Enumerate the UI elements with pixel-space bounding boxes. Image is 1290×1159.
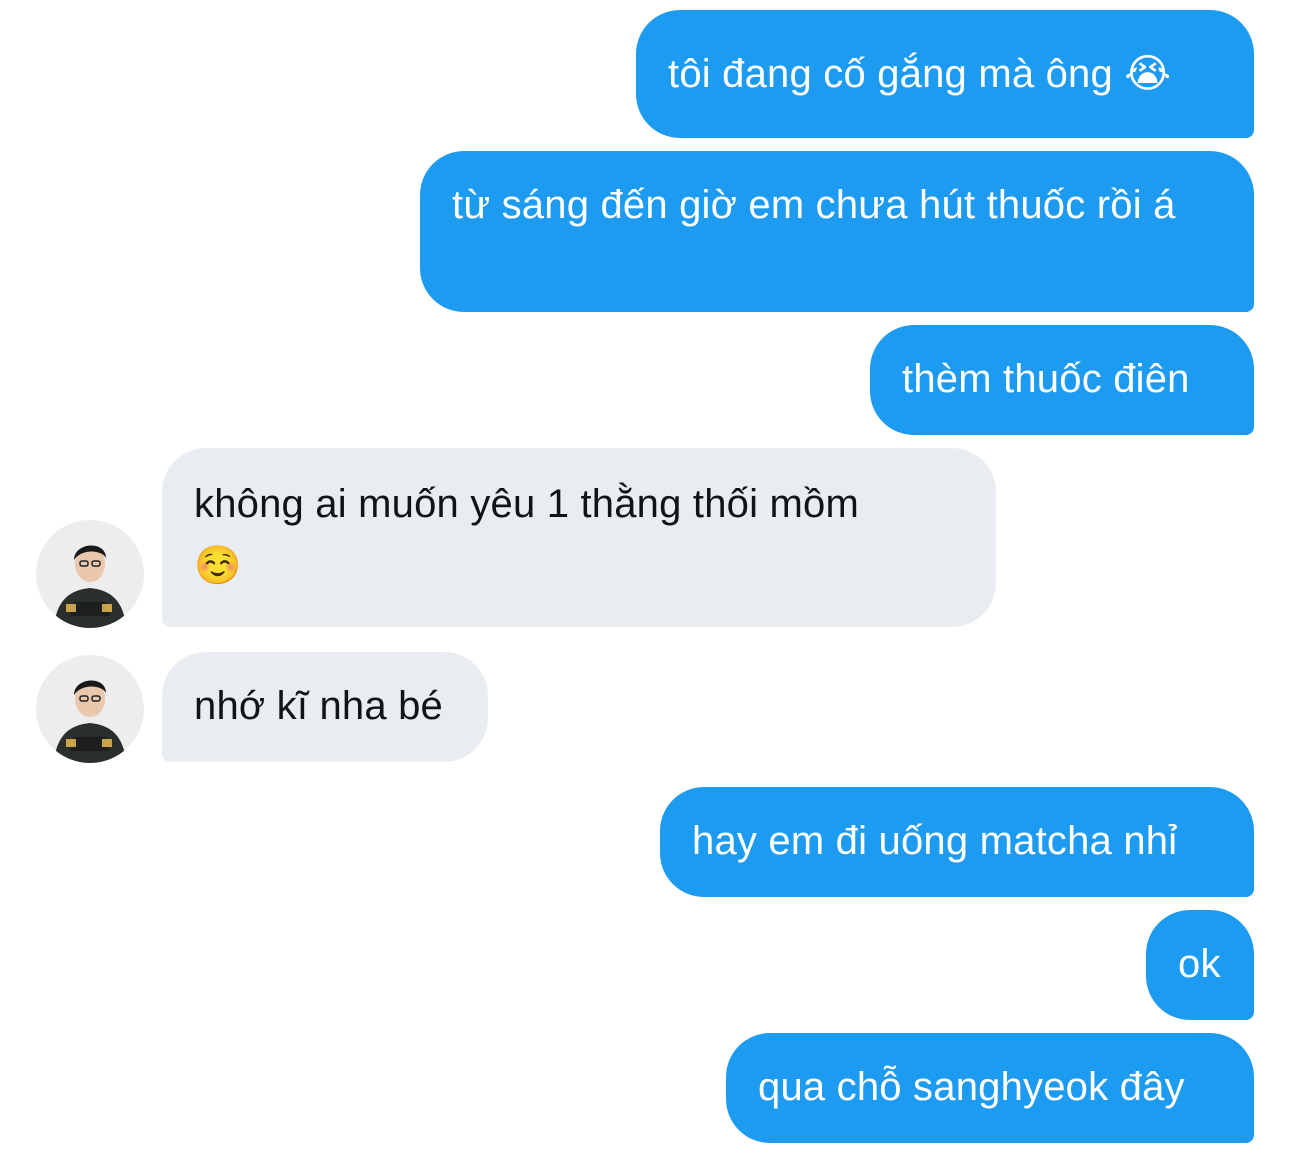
message-text: nhớ kĩ nha bé [194,684,444,728]
message-text: thèm thuốc điên [902,357,1190,401]
sent-message-bubble[interactable]: thèm thuốc điên [870,325,1254,435]
received-message-bubble[interactable]: nhớ kĩ nha bé [162,652,488,762]
message-text: ok [1178,942,1221,986]
message-text: qua chỗ sanghyeok đây [758,1065,1185,1109]
message-text: từ sáng đến giờ em chưa hút thuốc rồi á [452,183,1176,227]
sent-message-bubble[interactable]: từ sáng đến giờ em chưa hút thuốc rồi á [420,151,1254,312]
sent-message-bubble[interactable]: tôi đang cố gắng mà ông 😭 [636,10,1254,138]
sent-message-bubble[interactable]: hay em đi uống matcha nhỉ [660,787,1254,897]
sent-message-bubble[interactable]: qua chỗ sanghyeok đây [726,1033,1254,1143]
sent-message-bubble[interactable]: ok [1146,910,1254,1020]
person-icon [36,655,144,763]
received-message-bubble[interactable]: không ai muốn yêu 1 thằng thối mồm ☺️ [162,448,996,627]
contact-avatar[interactable] [36,655,144,763]
message-text: không ai muốn yêu 1 thằng thối mồm [194,482,859,526]
contact-avatar[interactable] [36,520,144,628]
person-icon [36,520,144,628]
message-text: hay em đi uống matcha nhỉ [692,819,1178,863]
message-text: tôi đang cố gắng mà ông 😭 [668,52,1172,96]
smiling-face-emoji: ☺️ [194,545,242,587]
